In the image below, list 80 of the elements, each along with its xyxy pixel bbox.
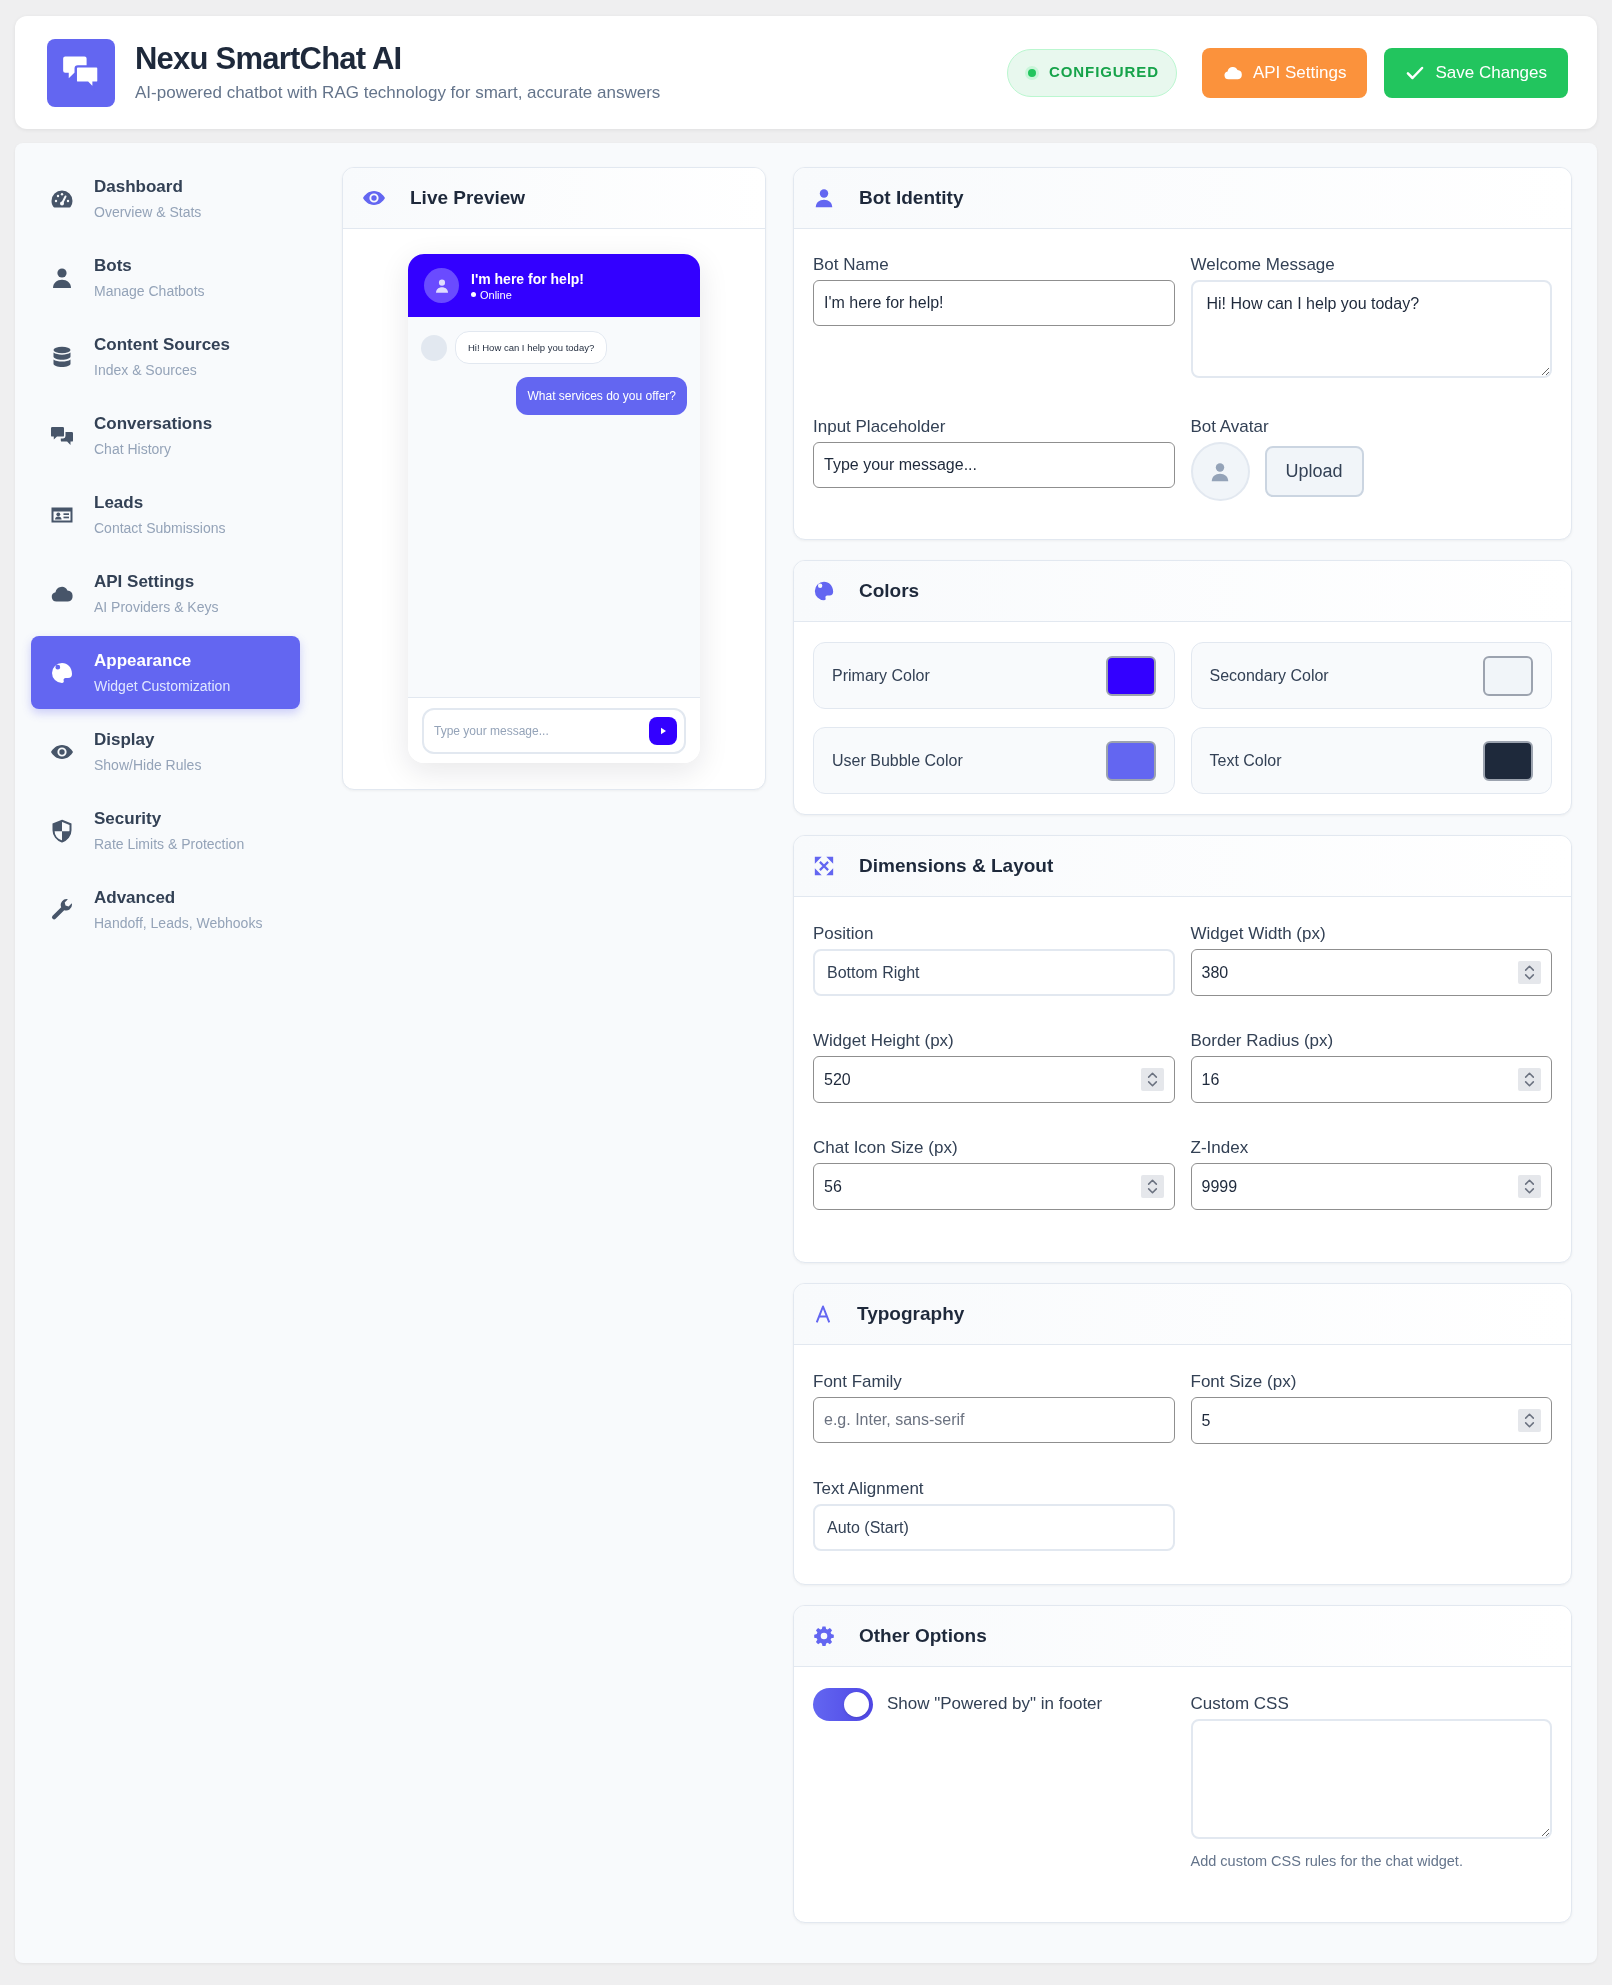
send-button[interactable]: [649, 716, 677, 745]
sidebar-item[interactable]: Content Sources Index & Sources: [31, 320, 300, 393]
color-swatch[interactable]: [1483, 655, 1533, 696]
field-label: Bot Avatar: [1190, 416, 1270, 438]
sidebar-item[interactable]: Bots Manage Chatbots: [31, 241, 300, 314]
spinner-icon[interactable]: [1518, 1409, 1541, 1432]
card-title: Colors: [859, 578, 920, 603]
text-area[interactable]: Hi! How can I help you today?: [1190, 280, 1552, 378]
sidebar-item[interactable]: API Settings AI Providers & Keys: [31, 557, 300, 630]
field-label: Widget Width (px): [1190, 923, 1327, 945]
spinner-icon[interactable]: [1140, 1068, 1164, 1091]
user-icon: [813, 187, 835, 209]
number-field[interactable]: 5: [1190, 1397, 1552, 1444]
number-field[interactable]: 380: [1190, 949, 1552, 996]
field-label: Z-Index: [1190, 1137, 1250, 1159]
sidebar-item[interactable]: Advanced Handoff, Leads, Webhooks: [31, 873, 300, 946]
sidebar-item[interactable]: Display Show/Hide Rules: [31, 715, 300, 788]
spinner-icon[interactable]: [1140, 1175, 1164, 1198]
field-label: Border Radius (px): [1190, 1030, 1335, 1052]
bot-name: I'm here for help!: [471, 269, 584, 288]
number-field[interactable]: 9999: [1190, 1163, 1552, 1210]
color-swatch[interactable]: [1105, 655, 1156, 696]
palette-icon: [813, 580, 835, 602]
spinner-icon[interactable]: [1518, 1175, 1541, 1198]
card-title: Typography: [857, 1301, 965, 1326]
field-label: Welcome Message: [1190, 254, 1336, 276]
wrench-icon: [50, 897, 74, 922]
color-label: User Bubble Color: [832, 750, 963, 771]
color-label: Secondary Color: [1209, 665, 1329, 686]
field-hint: Add custom CSS rules for the chat widget.: [1190, 1852, 1464, 1871]
color-swatch[interactable]: [1483, 740, 1533, 781]
field-label: Font Size (px): [1190, 1371, 1298, 1393]
upload-button[interactable]: Upload: [1264, 446, 1364, 497]
toggle-label: Show "Powered by" in footer: [887, 1693, 1103, 1716]
number-field[interactable]: 16: [1190, 1056, 1552, 1103]
color-label: Text Color: [1209, 750, 1282, 771]
card-title: Dimensions & Layout: [859, 853, 1054, 878]
number-field[interactable]: 520: [813, 1056, 1175, 1103]
color-label: Primary Color: [832, 665, 930, 686]
font-icon: [813, 1304, 833, 1324]
number-field[interactable]: 56: [813, 1163, 1175, 1210]
spinner-icon[interactable]: [1518, 1068, 1541, 1091]
user-message: What services do you offer?: [516, 377, 687, 415]
field-label: Custom CSS: [1190, 1693, 1290, 1715]
app-title: Nexu SmartChat AI: [135, 40, 403, 78]
sidebar-item[interactable]: Conversations Chat History: [31, 399, 300, 472]
color-swatch[interactable]: [1105, 740, 1156, 781]
field-label: Text Alignment: [813, 1478, 925, 1500]
sidebar-item[interactable]: Dashboard Overview & Stats: [31, 162, 300, 235]
card-title: Other Options: [859, 1623, 987, 1648]
card-title: Bot Identity: [859, 185, 964, 210]
dropdown[interactable]: Auto (Start): [813, 1504, 1175, 1551]
palette-icon: [50, 660, 74, 685]
field-label: Font Family: [813, 1371, 903, 1393]
user-icon: [50, 265, 74, 290]
text-field[interactable]: Type your message...: [813, 442, 1175, 488]
bot-message: Hi! How can I help you today?: [455, 331, 608, 364]
bot-status: Online: [480, 287, 512, 302]
text-field[interactable]: I'm here for help!: [813, 280, 1175, 326]
chat-logo-icon: [47, 38, 115, 107]
sidebar-item[interactable]: Appearance Widget Customization: [31, 636, 300, 709]
field-label: Bot Name: [813, 254, 890, 276]
message-input[interactable]: Type your message...: [422, 707, 686, 754]
toggle-switch[interactable]: [813, 1687, 873, 1721]
field-label: Chat Icon Size (px): [813, 1137, 959, 1159]
sidebar-item[interactable]: Leads Contact Submissions: [31, 478, 300, 551]
dropdown[interactable]: Bottom Right: [813, 949, 1175, 996]
sidebar-item[interactable]: Security Rate Limits & Protection: [31, 794, 300, 867]
card-title: Live Preview: [410, 185, 526, 210]
spinner-icon[interactable]: [1518, 961, 1541, 984]
bot-avatar-icon: [424, 268, 459, 303]
status-label: CONFIGURED: [1049, 62, 1159, 83]
field-label: Widget Height (px): [813, 1030, 955, 1052]
expand-arrows-icon: [813, 855, 835, 877]
app-subtitle: AI-powered chatbot with RAG technology for smart, accurate answers: [135, 82, 661, 104]
shield-icon: [50, 818, 74, 843]
field-label: Input Placeholder: [813, 416, 947, 438]
text-field[interactable]: e.g. Inter, sans-serif: [813, 1397, 1175, 1443]
gear-icon: [813, 1625, 835, 1647]
field-label: Position: [813, 923, 875, 945]
